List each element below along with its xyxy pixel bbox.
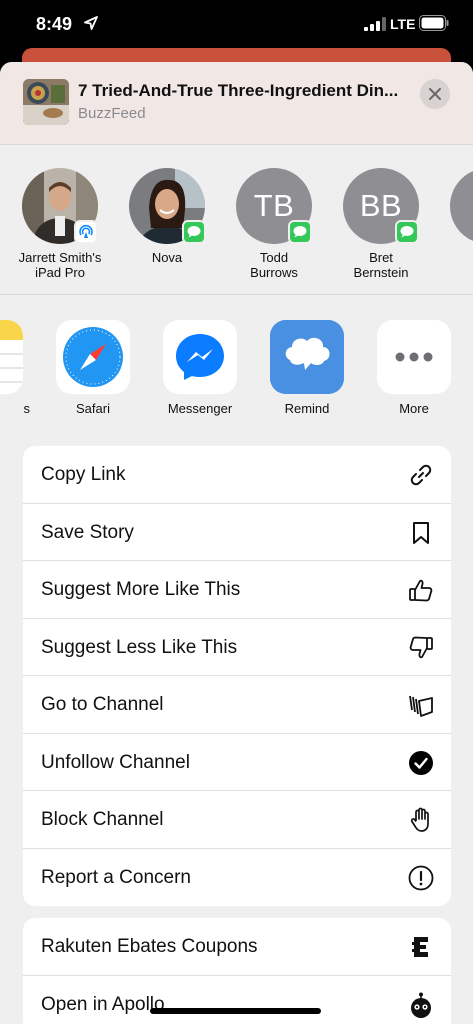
divider	[0, 144, 473, 145]
action-rakuten[interactable]: Rakuten Ebates Coupons	[23, 918, 451, 976]
action-copy-link[interactable]: Copy Link	[23, 446, 451, 504]
close-icon	[429, 88, 441, 100]
action-save-story[interactable]: Save Story	[23, 504, 451, 561]
action-label: Go to Channel	[41, 694, 164, 715]
app-label: s	[23, 401, 31, 416]
action-label: Suggest Less Like This	[41, 636, 238, 658]
person-partial[interactable]: F W	[438, 168, 473, 265]
person-bret-bernstein[interactable]: BB Bret Bernstein	[331, 168, 431, 280]
messages-icon	[288, 220, 312, 244]
action-suggest-more[interactable]: Suggest More Like This	[23, 561, 451, 619]
home-indicator[interactable]	[150, 1008, 321, 1014]
app-notes[interactable]: s	[0, 320, 36, 416]
action-label: Copy Link	[41, 464, 126, 485]
action-go-to-channel[interactable]: Go to Channel	[23, 676, 451, 734]
safari-icon	[56, 320, 130, 394]
person-todd-burrows[interactable]: TB Todd Burrows	[224, 168, 324, 280]
messages-icon	[395, 220, 419, 244]
thumbs-down-icon	[409, 636, 433, 658]
person-name: Nova	[151, 250, 183, 265]
action-label: Block Channel	[41, 809, 164, 830]
app-label: More	[399, 401, 429, 416]
bookmark-icon	[413, 521, 429, 544]
checkmark-circle-icon	[409, 750, 433, 775]
action-unfollow-channel[interactable]: Unfollow Channel	[23, 734, 451, 791]
exclamation-circle-icon	[408, 865, 434, 890]
article-source: BuzzFeed	[78, 105, 146, 122]
action-label: Unfollow Channel	[41, 751, 190, 773]
action-open-in-apollo[interactable]: Open in Apollo	[23, 976, 451, 1024]
person-jarrett-ipad[interactable]: Jarrett Smith's iPad Pro	[10, 168, 110, 280]
apollo-icon	[411, 992, 431, 1018]
action-label: Rakuten Ebates Coupons	[41, 936, 258, 957]
messages-icon	[182, 220, 206, 244]
app-remind[interactable]: Remind	[257, 320, 357, 416]
status-time: 8:49	[36, 14, 73, 34]
action-label: Open in Apollo	[41, 993, 165, 1015]
rakuten-icon	[412, 937, 428, 957]
location-arrow-icon	[84, 16, 98, 30]
app-label: Messenger	[167, 401, 233, 416]
app-more[interactable]: More	[364, 320, 464, 416]
action-label: Report a Concern	[41, 866, 191, 888]
action-suggest-less[interactable]: Suggest Less Like This	[23, 619, 451, 676]
status-bar: 8:49 LTE	[0, 0, 473, 50]
close-button[interactable]	[420, 79, 450, 109]
app-label: Remind	[284, 401, 330, 416]
share-sheet: 7 Tried-And-True Three-Ingredient Din...…	[0, 62, 473, 1024]
link-icon	[410, 464, 432, 486]
share-sheet-header: 7 Tried-And-True Three-Ingredient Din...…	[0, 62, 473, 144]
app-label: Safari	[76, 401, 110, 416]
action-label: Suggest More Like This	[41, 579, 241, 600]
action-block-channel[interactable]: Block Channel	[23, 791, 451, 849]
cellular-signal-icon	[364, 17, 386, 31]
person-name: Bret Bernstein	[353, 250, 409, 280]
app-safari[interactable]: Safari	[43, 320, 143, 416]
network-type: LTE	[390, 16, 416, 32]
article-title: 7 Tried-And-True Three-Ingredient Din...	[78, 81, 399, 100]
person-name: Todd Burrows	[250, 250, 298, 280]
article-thumbnail	[23, 79, 69, 125]
app-messenger[interactable]: Messenger	[150, 320, 250, 416]
messenger-icon	[163, 320, 237, 394]
hand-icon	[410, 807, 429, 832]
airdrop-icon	[74, 220, 98, 244]
person-nova[interactable]: Nova	[117, 168, 217, 265]
channel-icon	[409, 695, 433, 717]
avatar: F	[450, 168, 473, 244]
thumbs-up-icon	[409, 579, 433, 602]
more-icon	[377, 320, 451, 394]
action-report-concern[interactable]: Report a Concern	[23, 849, 451, 907]
remind-icon	[270, 320, 344, 394]
person-name: Jarrett Smith's iPad Pro	[18, 250, 102, 280]
person-name: W	[438, 250, 473, 265]
battery-icon	[419, 15, 449, 31]
action-label: Save Story	[41, 521, 134, 543]
divider	[0, 294, 473, 295]
notes-icon	[0, 320, 23, 394]
action-list: Copy Link Save Story Suggest More Like T…	[23, 446, 451, 906]
